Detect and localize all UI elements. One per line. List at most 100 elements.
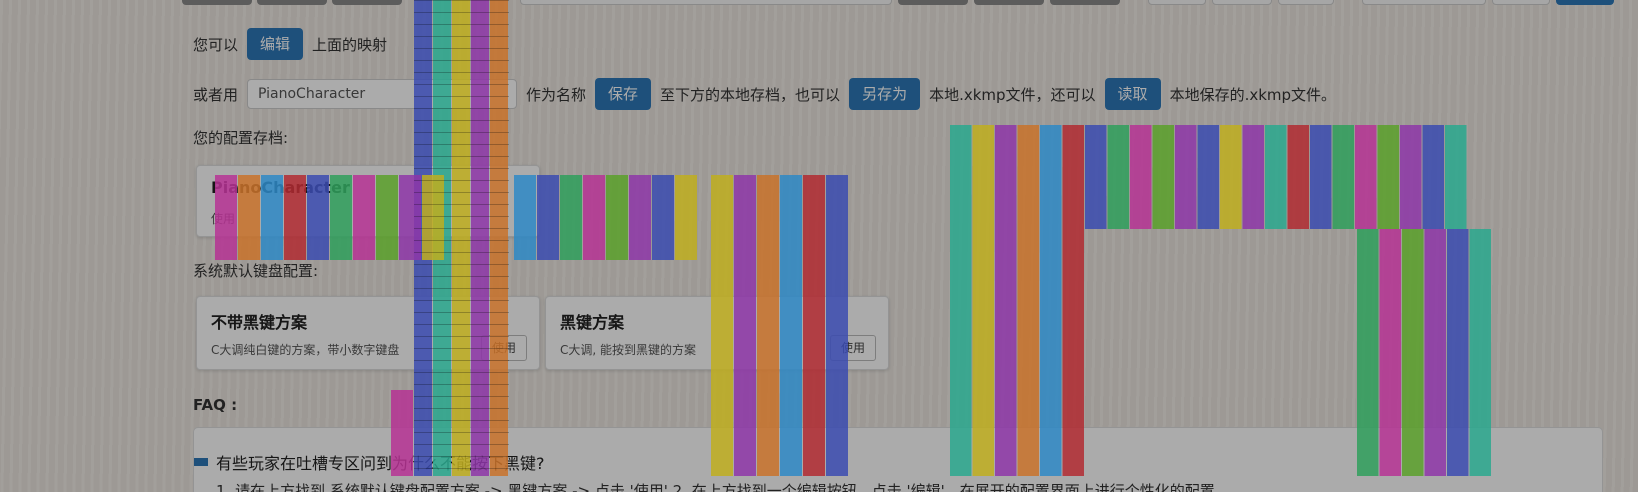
key-divider: [414, 12, 509, 13]
edit-button[interactable]: 编辑: [247, 28, 304, 60]
piano-key: [537, 175, 559, 260]
piano-key: [433, 0, 451, 476]
saved-config-desc: 使用: [211, 212, 236, 226]
default-configs-title: 系统默认键盘配置:: [193, 262, 319, 280]
toolbar-input[interactable]: [1362, 0, 1486, 5]
save-mid-text: 作为名称: [526, 85, 587, 104]
toolbar-button[interactable]: [898, 0, 968, 5]
faq-question-text: 有些玩家在吐槽专区问到为什么不能按下黑键?: [216, 454, 545, 473]
piano-key: [1017, 125, 1039, 229]
piano-key: [1130, 125, 1152, 229]
key-divider: [414, 24, 509, 25]
default-card-title: 黑键方案: [560, 313, 625, 332]
key-divider: [414, 132, 509, 133]
key-divider: [414, 408, 509, 409]
save-row: 或者用 作为名称 保存 至下方的本地存档，也可以 另存为 本地.xkmp文件，还…: [193, 78, 1336, 110]
piano-key: [652, 175, 674, 260]
piano-key: [1040, 125, 1062, 229]
toolbar-input[interactable]: [520, 0, 892, 5]
save-as-button[interactable]: 另存为: [849, 78, 921, 110]
saved-config-card[interactable]: PianoCharacter 使用: [196, 165, 540, 237]
faq-title: FAQ :: [193, 396, 238, 414]
toolbar-input[interactable]: [1148, 0, 1206, 5]
key-divider: [414, 396, 509, 397]
save-prefix: 或者用: [193, 85, 239, 104]
toolbar-input[interactable]: [1278, 0, 1334, 5]
key-divider: [414, 252, 509, 253]
toolbar-input[interactable]: [1212, 0, 1272, 5]
piano-key: [1400, 125, 1422, 229]
save-button[interactable]: 保存: [595, 78, 652, 110]
piano-key: [1107, 125, 1129, 229]
save-mid-text-2: 至下方的本地存档，也可以: [660, 85, 841, 104]
key-divider: [414, 60, 509, 61]
default-card-white[interactable]: 不带黑键方案 C大调纯白键的方案，带小数字键盘 使用: [196, 296, 540, 370]
piano-key: [606, 175, 628, 260]
use-button[interactable]: 使用: [480, 335, 527, 361]
use-button[interactable]: 使用: [829, 335, 876, 361]
piano-key: [1197, 125, 1219, 229]
config-name-input[interactable]: [247, 79, 518, 109]
key-divider: [414, 0, 509, 1]
piano-key: [583, 175, 605, 260]
piano-key: [1220, 125, 1242, 229]
key-divider: [414, 156, 509, 157]
key-divider: [414, 48, 509, 49]
piano-key: [675, 175, 697, 260]
key-divider: [414, 120, 509, 121]
default-card-title: 不带黑键方案: [211, 313, 308, 332]
key-divider: [414, 420, 509, 421]
edit-row: 您可以 编辑 上面的映射: [193, 28, 387, 60]
save-mid-text-3: 本地.xkmp文件，还可以: [929, 85, 1096, 104]
piano-key: [995, 125, 1017, 229]
piano-key: [1265, 125, 1287, 229]
piano-key: [629, 175, 651, 260]
piano-key: [414, 0, 432, 476]
piano-key: [452, 0, 470, 476]
default-card-desc: C大调, 能按到黑键的方案: [560, 343, 697, 357]
toolbar-button[interactable]: [1050, 0, 1120, 5]
faq-panel: 有些玩家在吐槽专区问到为什么不能按下黑键? 1. 请在上方找到 系统默认键盘配置…: [193, 427, 1603, 492]
toolbar-button[interactable]: [182, 0, 252, 5]
key-divider: [414, 72, 509, 73]
load-button[interactable]: 读取: [1104, 78, 1161, 110]
default-card-black[interactable]: 黑键方案 C大调, 能按到黑键的方案 使用: [545, 296, 889, 370]
key-divider: [414, 264, 509, 265]
default-card-desc: C大调纯白键的方案，带小数字键盘: [211, 343, 400, 357]
save-suffix: 本地保存的.xkmp文件。: [1169, 85, 1337, 104]
toolbar-button[interactable]: [257, 0, 327, 5]
faq-question[interactable]: 有些玩家在吐槽专区问到为什么不能按下黑键?: [194, 450, 545, 474]
saved-configs-title: 您的配置存档:: [193, 129, 289, 147]
piano-key: [560, 175, 582, 260]
toolbar-button[interactable]: [332, 0, 402, 5]
key-divider: [414, 384, 509, 385]
edit-suffix: 上面的映射: [312, 35, 388, 54]
piano-key: [1377, 125, 1399, 229]
toolbar-button[interactable]: [1556, 0, 1614, 5]
key-divider: [414, 144, 509, 145]
piano-key: [471, 0, 489, 476]
piano-key: [1287, 125, 1309, 229]
piano-key: [1242, 125, 1264, 229]
key-divider: [414, 276, 509, 277]
piano-key: [1445, 125, 1467, 229]
key-divider: [414, 36, 509, 37]
piano-key: [950, 125, 972, 229]
toolbar-button[interactable]: [974, 0, 1044, 5]
piano-key: [1175, 125, 1197, 229]
faq-answer-text: 1. 请在上方找到 系统默认键盘配置方案 -> 黑键方案 -> 点击 '使用' …: [216, 482, 1215, 492]
piano-key: [1310, 125, 1332, 229]
piano-key: [490, 0, 508, 476]
piano-key: [1062, 125, 1084, 229]
key-divider: [414, 288, 509, 289]
saved-config-title: PianoCharacter: [211, 178, 350, 197]
toolbar-input[interactable]: [1492, 0, 1550, 5]
piano-key: [1085, 125, 1107, 229]
piano-key: [1355, 125, 1377, 229]
edit-prefix: 您可以: [193, 35, 239, 54]
key-divider: [414, 372, 509, 373]
faq-marker-icon: [194, 458, 208, 466]
piano-key: [1422, 125, 1444, 229]
piano-key: [1152, 125, 1174, 229]
modal-overlay: [0, 0, 1638, 492]
